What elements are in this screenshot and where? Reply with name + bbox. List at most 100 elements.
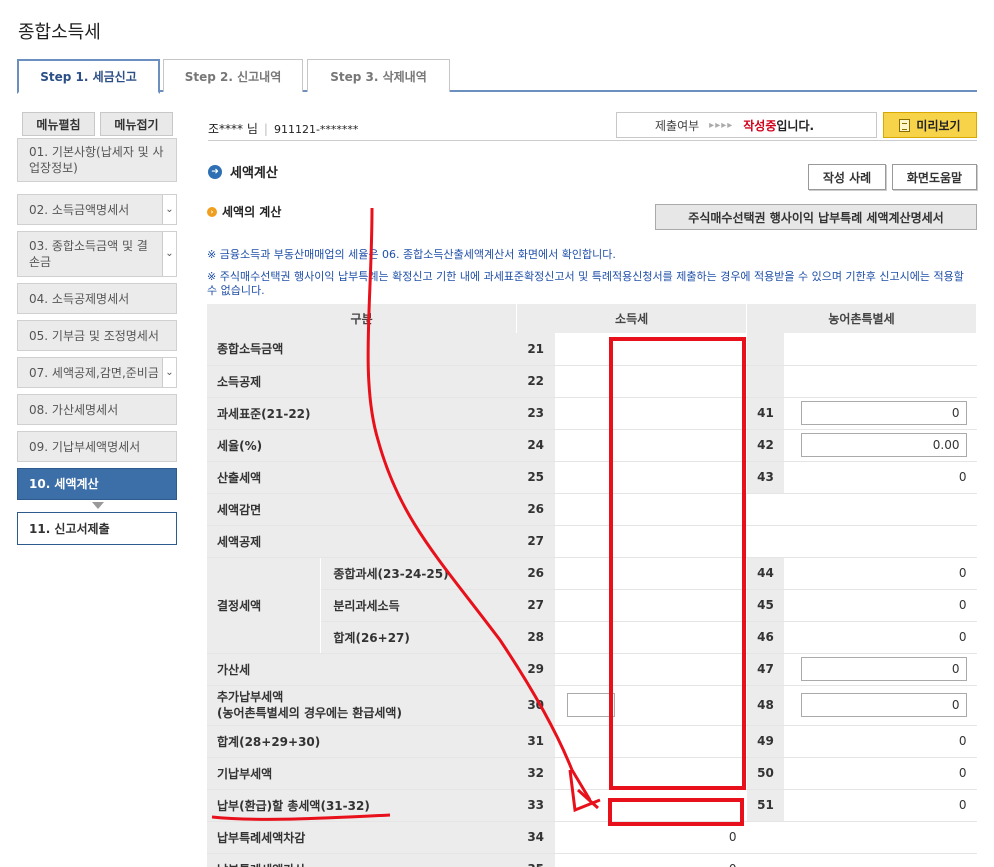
income-tax-cell — [554, 621, 747, 654]
row-number-2: 51 — [746, 789, 785, 822]
income-tax-cell — [554, 333, 747, 366]
row-label: 소득공제 — [207, 365, 517, 398]
sidebar-item-label: 10. 세액계산 — [29, 477, 99, 491]
table-row: 가산세 29 47 0 — [207, 653, 977, 686]
income-tax-cell — [554, 685, 747, 726]
status-state: 작성중 — [743, 118, 777, 133]
notice-2: ※ 주식매수선택권 행사이익 납부특례는 확정신고 기한 내에 과세표준확정신고… — [207, 270, 964, 297]
row-label: 분리과세소득 — [320, 589, 517, 622]
rural-tax-cell — [784, 333, 977, 366]
tab-step3[interactable]: Step 3. 삭제내역 — [307, 59, 450, 92]
table-row: 합계(28+29+30) 31 49 0 — [207, 725, 977, 758]
row-number: 21 — [516, 333, 555, 366]
arrow-right-icon: ➜ — [208, 164, 222, 179]
status-suffix: 입니다. — [776, 118, 815, 133]
income-tax-cell — [554, 725, 747, 758]
table-row: 세율(%) 24 42 0.00 — [207, 429, 977, 462]
table-row: 소득공제 22 — [207, 365, 977, 398]
sidebar-item-basic-info[interactable]: 01. 기본사항(납세자 및 사업장정보) — [17, 138, 177, 182]
income-tax-cell — [554, 789, 747, 822]
submission-status: 제출여부 ▸▸▸▸ 작성중 입니다. — [616, 112, 877, 138]
row-number-2: 41 — [746, 397, 785, 430]
row-label-line1: 추가납부세액 — [217, 690, 284, 704]
refund-tax-input[interactable]: 0 — [800, 693, 967, 717]
row-number-2: 48 — [746, 685, 785, 726]
income-tax-cell — [554, 757, 747, 790]
user-name: 조**** 님 — [208, 122, 258, 136]
row-label: 추가납부세액 (농어촌특별세의 경우에는 환급세액) — [207, 685, 517, 726]
income-tax-cell — [554, 557, 747, 590]
row-label: 납부특례세액가산 — [207, 853, 517, 867]
table-header-row: 구분 소득세 농어촌특별세 — [207, 304, 977, 333]
sidebar-item-tax-credit[interactable]: 07. 세액공제,감면,준비금 ⌄ — [17, 357, 177, 388]
income-tax-cell — [554, 397, 747, 430]
preview-button[interactable]: 미리보기 — [883, 112, 977, 138]
header-rural-tax: 농어촌특별세 — [746, 304, 977, 333]
table-row: 납부(환급)할 총세액(31-32) 33 51 0 — [207, 789, 977, 822]
arrow-down-icon — [92, 502, 104, 509]
row-number-2: 50 — [746, 757, 785, 790]
sidebar-item-label: 05. 기부금 및 조정명세서 — [29, 328, 159, 343]
rural-tax-cell: 0 — [784, 789, 977, 822]
section-title: ➜ 세액계산 — [208, 162, 278, 181]
stock-option-statement-button[interactable]: 주식매수선택권 행사이익 납부특례 세액계산명세서 — [655, 204, 977, 230]
table-row: 기납부세액 32 50 0 — [207, 757, 977, 790]
penalty-tax-input[interactable]: 0 — [800, 657, 967, 681]
example-button[interactable]: 작성 사례 — [808, 164, 886, 190]
table-row: 합계(26+27) 28 46 0 — [207, 621, 977, 654]
chevron-down-icon[interactable]: ⌄ — [162, 358, 176, 387]
sidebar-item-deduction[interactable]: 04. 소득공제명세서 — [17, 283, 177, 314]
row-number: 34 — [516, 821, 555, 854]
rural-tax-cell: 0 — [784, 621, 977, 654]
status-label: 제출여부 — [655, 118, 700, 133]
rural-tax-cell: 0 — [784, 397, 977, 430]
menu-collapse-button[interactable]: 메뉴접기 — [100, 112, 173, 136]
sidebar-item-total-income[interactable]: 03. 종합소득금액 및 결손금 ⌄ — [17, 231, 177, 277]
table-row: 납부특례세액차감 34 0 — [207, 821, 977, 854]
tab-step2[interactable]: Step 2. 신고내역 — [163, 59, 303, 92]
row-number: 26 — [516, 557, 555, 590]
section-title-text: 세액계산 — [230, 166, 278, 181]
income-tax-cell: 0 — [554, 853, 747, 867]
sidebar-item-submit[interactable]: 11. 신고서제출 — [17, 512, 177, 545]
table-row: 세액공제 27 — [207, 525, 977, 558]
sidebar-item-label: 02. 소득금액명세서 — [29, 202, 130, 217]
row-number-2: 45 — [746, 589, 785, 622]
sidebar-item-label: 04. 소득공제명세서 — [29, 291, 130, 306]
menu-expand-button[interactable]: 메뉴펼침 — [22, 112, 95, 136]
additional-tax-input[interactable] — [566, 693, 615, 717]
sidebar-item-prepaid-tax[interactable]: 09. 기납부세액명세서 — [17, 431, 177, 462]
arrows-icon: ▸▸▸▸ — [709, 119, 734, 131]
table-row: 분리과세소득 27 45 0 — [207, 589, 977, 622]
notice-1: ※ 금융소득과 부동산매매업의 세율은 06. 종합소득산출세액계산서 화면에서… — [207, 248, 616, 261]
tab-step1[interactable]: Step 1. 세금신고 — [17, 59, 160, 94]
sidebar-item-label: 08. 가산세명세서 — [29, 402, 119, 417]
chevron-down-icon[interactable]: ⌄ — [162, 232, 176, 276]
divider — [208, 140, 977, 141]
rural-tax-cell: 0 — [784, 557, 977, 590]
sidebar-item-income-statement[interactable]: 02. 소득금액명세서 ⌄ — [17, 194, 177, 225]
step-tabs: Step 1. 세금신고 Step 2. 신고내역 Step 3. 삭제내역 — [17, 59, 977, 94]
table-row: 추가납부세액 (농어촌특별세의 경우에는 환급세액) 30 48 0 — [207, 685, 977, 726]
rural-tax-cell — [746, 853, 977, 867]
row-label: 종합과세(23-24-25) — [320, 557, 517, 590]
row-number: 24 — [516, 429, 555, 462]
tax-base-input[interactable]: 0 — [800, 401, 967, 425]
tax-rate-input[interactable]: 0.00 — [800, 433, 967, 457]
row-label: 가산세 — [207, 653, 517, 686]
row-number-2: 46 — [746, 621, 785, 654]
row-number-2 — [746, 365, 785, 398]
sidebar-item-donation[interactable]: 05. 기부금 및 조정명세서 — [17, 320, 177, 351]
header-category: 구분 — [207, 304, 518, 333]
help-button[interactable]: 화면도움말 — [892, 164, 977, 190]
row-label: 세액감면 — [207, 493, 517, 526]
row-number-2: 47 — [746, 653, 785, 686]
row-number: 25 — [516, 461, 555, 494]
row-number: 27 — [516, 525, 555, 558]
sidebar-item-tax-calculation[interactable]: 10. 세액계산 — [17, 468, 177, 500]
chevron-down-icon[interactable]: ⌄ — [162, 195, 176, 224]
document-icon — [899, 118, 911, 132]
sidebar-item-penalty-tax[interactable]: 08. 가산세명세서 — [17, 394, 177, 425]
table-row: 결정세액 종합과세(23-24-25) 26 44 0 — [207, 557, 977, 654]
row-number-2: 49 — [746, 725, 785, 758]
